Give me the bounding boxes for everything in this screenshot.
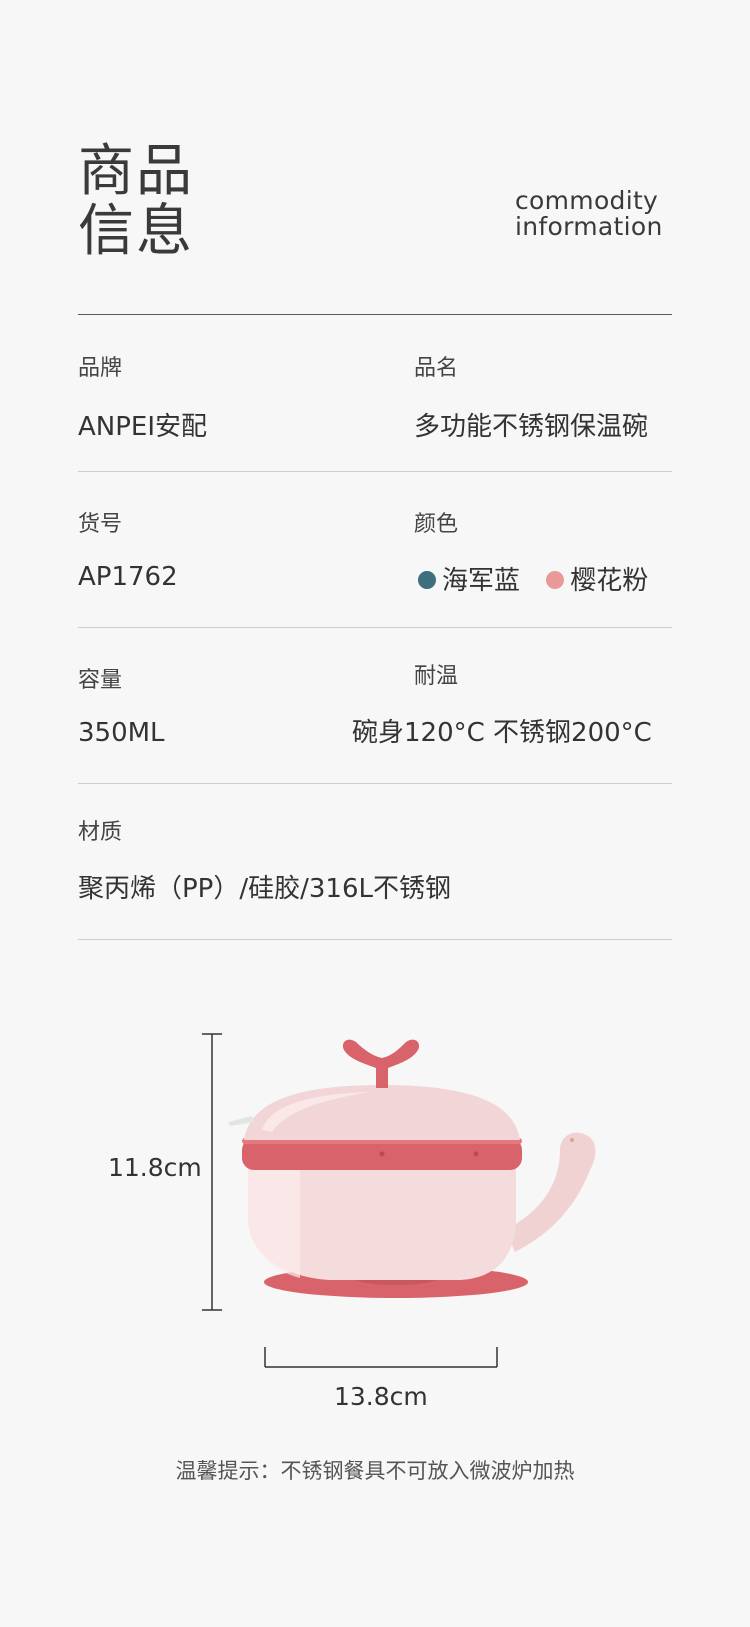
brand-label: 品牌: [78, 356, 123, 381]
spec-row-capacity: 容量 耐温 350ML 碗身120°C 不锈钢200°C: [78, 628, 672, 784]
heat-value: 碗身120°C 不锈钢200°C: [352, 718, 652, 748]
page-title-en: commodity information: [515, 188, 663, 240]
material-label: 材质: [78, 820, 123, 845]
spec-row-brand: 品牌 品名 ANPEI安配 多功能不锈钢保温碗: [78, 314, 672, 472]
capacity-value: 350ML: [78, 718, 165, 748]
height-label: 11.8cm: [108, 1153, 202, 1182]
sku-value: AP1762: [78, 562, 178, 592]
title-en-line1: commodity: [515, 186, 659, 215]
pink-dot-icon: [546, 570, 565, 589]
sku-label: 货号: [78, 512, 123, 537]
antler-knob-icon: [342, 1039, 420, 1088]
title-cn-line1: 商品: [78, 139, 194, 204]
title-en-line2: information: [515, 212, 663, 241]
color-name-pink: 樱花粉: [570, 566, 649, 596]
color-swatch-navy: 海军蓝: [418, 560, 520, 597]
brand-value: ANPEI安配: [78, 412, 208, 442]
spec-row-material: 材质 聚丙烯（PP）/硅胶/316L不锈钢: [78, 784, 672, 940]
name-value: 多功能不锈钢保温碗: [414, 412, 649, 442]
color-swatches: 海军蓝 樱花粉: [418, 560, 666, 597]
bowl-illustration: [202, 1033, 596, 1368]
spec-row-sku: 货号 颜色 AP1762 海军蓝 樱花粉: [78, 472, 672, 628]
height-dimension-line: [202, 1033, 222, 1311]
product-figure: 11.8cm 13.8cm: [0, 990, 750, 1430]
name-label: 品名: [414, 356, 459, 381]
title-cn-line2: 信息: [78, 199, 194, 264]
color-swatch-pink: 樱花粉: [546, 560, 648, 597]
page-title-cn: 商品 信息: [78, 142, 194, 262]
width-dimension-line: [264, 1347, 498, 1368]
color-label: 颜色: [414, 512, 459, 537]
material-value: 聚丙烯（PP）/硅胶/316L不锈钢: [78, 874, 451, 904]
row-divider: [78, 939, 672, 940]
capacity-label: 容量: [78, 668, 123, 693]
color-name-navy: 海军蓝: [442, 566, 521, 596]
width-label: 13.8cm: [334, 1382, 428, 1411]
warm-tip: 温馨提示：不锈钢餐具不可放入微波炉加热: [175, 1459, 575, 1483]
heat-label: 耐温: [414, 664, 459, 689]
navy-dot-icon: [418, 570, 436, 589]
